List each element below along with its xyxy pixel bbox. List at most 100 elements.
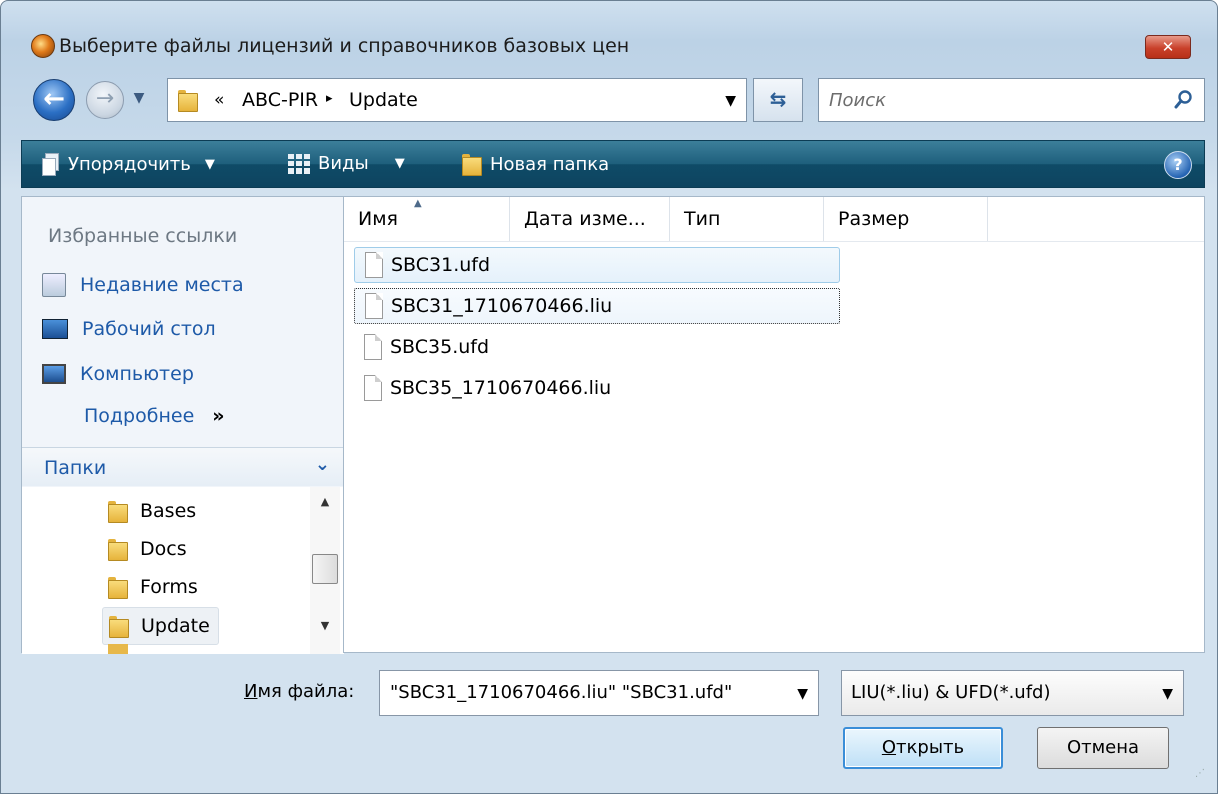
column-label: Размер bbox=[838, 208, 910, 230]
chevron-down-icon[interactable]: ▼ bbox=[797, 686, 808, 702]
window-title: Выберите файлы лицензий и справочников б… bbox=[59, 35, 630, 57]
sort-ascending-icon: ▲ bbox=[414, 198, 422, 209]
close-button[interactable]: ✕ bbox=[1145, 35, 1191, 59]
folder-tree: Bases Docs Forms Update ▲ ▼ bbox=[22, 487, 344, 654]
cancel-button[interactable]: Отмена bbox=[1037, 727, 1169, 769]
folder-icon bbox=[108, 644, 128, 654]
more-links[interactable]: Подробнее » bbox=[84, 405, 225, 427]
search-icon[interactable] bbox=[1174, 89, 1194, 109]
tree-item-forms[interactable]: Forms bbox=[102, 569, 206, 605]
file-row[interactable]: SBC35_1710670466.liu bbox=[354, 370, 840, 406]
double-chevron-icon: » bbox=[212, 405, 225, 427]
filename-label-text: мя файла: bbox=[257, 681, 355, 702]
column-name[interactable]: ▲ Имя bbox=[344, 197, 510, 241]
tree-item-label: Forms bbox=[140, 576, 198, 598]
open-mnemonic: О bbox=[881, 737, 897, 758]
file-row[interactable]: SBC31.ufd bbox=[354, 247, 840, 283]
column-date-modified[interactable]: Дата изме... bbox=[510, 197, 670, 241]
refresh-icon: ⇆ bbox=[769, 87, 787, 111]
cancel-label: Отмена bbox=[1066, 737, 1140, 758]
chevron-down-icon: ▼ bbox=[394, 156, 405, 171]
chevron-down-icon: ⌄ bbox=[314, 454, 330, 475]
new-folder-button[interactable]: Новая папка bbox=[460, 153, 610, 176]
refresh-button[interactable]: ⇆ bbox=[753, 78, 803, 122]
file-name: SBC31_1710670466.liu bbox=[391, 295, 613, 317]
forward-button[interactable]: → bbox=[86, 81, 124, 119]
column-header-row: ▲ Имя Дата изме... Тип Размер bbox=[344, 197, 1204, 242]
column-label: Имя bbox=[358, 208, 398, 230]
tree-item-label: Docs bbox=[140, 538, 187, 560]
folder-icon bbox=[106, 500, 128, 523]
favorite-desktop[interactable]: Рабочий стол bbox=[42, 318, 216, 340]
computer-icon bbox=[42, 364, 66, 384]
command-toolbar: Упорядочить ▼ Виды ▼ Новая папка ? bbox=[21, 140, 1205, 188]
chevron-down-icon: ▼ bbox=[133, 90, 145, 106]
favorites-title: Избранные ссылки bbox=[48, 225, 238, 247]
forward-arrow-icon: → bbox=[95, 86, 115, 111]
folder-icon bbox=[176, 89, 198, 112]
address-dropdown-icon[interactable]: ▼ bbox=[725, 93, 736, 109]
open-button[interactable]: Открыть bbox=[843, 727, 1003, 769]
filename-combobox[interactable]: "SBC31_1710670466.liu" "SBC31.ufd" ▼ bbox=[379, 670, 819, 716]
scroll-up-icon[interactable]: ▲ bbox=[310, 495, 340, 513]
file-icon bbox=[364, 375, 382, 401]
folder-icon bbox=[106, 538, 128, 561]
file-row[interactable]: SBC35.ufd bbox=[354, 329, 840, 365]
file-type-select[interactable]: LIU(*.liu) & UFD(*.ufd) ▼ bbox=[841, 670, 1184, 716]
views-icon bbox=[288, 153, 310, 174]
favorite-computer[interactable]: Компьютер bbox=[42, 363, 194, 385]
search-box[interactable]: Поиск bbox=[818, 78, 1205, 122]
chevron-down-icon[interactable]: ▼ bbox=[1162, 686, 1173, 702]
address-overflow-chevron[interactable]: « bbox=[214, 90, 224, 110]
file-icon bbox=[364, 334, 382, 360]
file-row[interactable]: SBC31_1710670466.liu bbox=[354, 288, 840, 324]
tree-item-label: Update bbox=[141, 615, 210, 637]
filename-label: Имя файла: bbox=[244, 681, 354, 702]
views-button[interactable]: Виды ▼ bbox=[288, 153, 405, 174]
filename-value[interactable]: "SBC31_1710670466.liu" "SBC31.ufd" bbox=[390, 682, 732, 703]
title-bar: Выберите файлы лицензий и справочников б… bbox=[1, 1, 1217, 59]
new-folder-label: Новая папка bbox=[490, 153, 610, 175]
resize-grip-icon[interactable]: ⋰ bbox=[1195, 769, 1209, 785]
views-label: Виды bbox=[318, 153, 369, 174]
organize-icon bbox=[42, 153, 60, 176]
app-icon bbox=[31, 34, 55, 58]
recent-pages-dropdown[interactable]: ▼ bbox=[128, 90, 150, 108]
help-icon[interactable]: ? bbox=[1164, 151, 1192, 179]
desktop-icon bbox=[42, 319, 68, 339]
file-icon bbox=[365, 252, 383, 278]
column-size[interactable]: Размер bbox=[824, 197, 988, 241]
folder-icon bbox=[107, 615, 129, 638]
folder-icon bbox=[106, 576, 128, 599]
new-folder-icon bbox=[460, 153, 482, 176]
column-label: Дата изме... bbox=[524, 208, 646, 230]
favorite-recent-places[interactable]: Недавние места bbox=[42, 273, 244, 297]
close-icon: ✕ bbox=[1161, 38, 1175, 56]
tree-item-docs[interactable]: Docs bbox=[102, 531, 195, 567]
open-button-face: Открыть bbox=[845, 729, 1001, 767]
file-name: SBC35.ufd bbox=[390, 336, 490, 358]
organize-button[interactable]: Упорядочить ▼ bbox=[42, 153, 215, 176]
address-bar[interactable]: « ABC-PIR ▸ Update ▼ bbox=[167, 78, 747, 122]
scroll-down-icon[interactable]: ▼ bbox=[310, 619, 340, 637]
file-type-value: LIU(*.liu) & UFD(*.ufd) bbox=[851, 682, 1051, 703]
breadcrumb-update[interactable]: Update bbox=[349, 89, 418, 111]
file-icon bbox=[365, 293, 383, 319]
file-name: SBC35_1710670466.liu bbox=[390, 377, 612, 399]
back-button[interactable]: ← bbox=[33, 79, 75, 121]
open-label: ткрыть bbox=[896, 737, 965, 758]
organize-label: Упорядочить bbox=[68, 153, 191, 175]
tree-item-label: Bases bbox=[140, 500, 197, 522]
more-label: Подробнее bbox=[84, 405, 195, 427]
tree-item-update[interactable]: Update bbox=[102, 607, 219, 645]
scroll-thumb[interactable] bbox=[312, 554, 338, 584]
tree-scrollbar[interactable]: ▲ ▼ bbox=[310, 487, 340, 654]
column-label: Тип bbox=[684, 208, 721, 230]
tree-item-bases[interactable]: Bases bbox=[102, 493, 204, 529]
recent-places-icon bbox=[42, 273, 66, 297]
breadcrumb-separator-icon[interactable]: ▸ bbox=[326, 91, 333, 106]
column-type[interactable]: Тип bbox=[670, 197, 824, 241]
breadcrumb-abc-pir[interactable]: ABC-PIR bbox=[242, 89, 318, 111]
file-name: SBC31.ufd bbox=[391, 254, 491, 276]
folders-header[interactable]: Папки ⌄ bbox=[22, 447, 344, 486]
